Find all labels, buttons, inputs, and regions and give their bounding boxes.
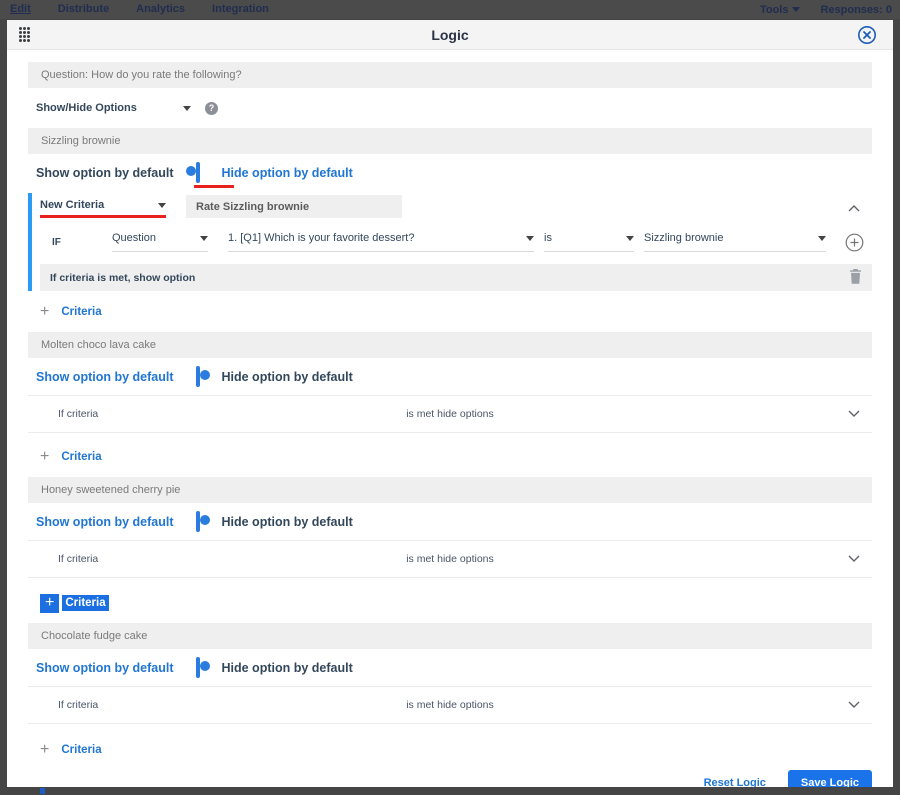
- add-criteria-label: Criteria: [61, 306, 102, 318]
- criteria-result-label: If criteria is met, show option: [50, 271, 196, 284]
- show-option-label[interactable]: Show option by default: [36, 515, 174, 529]
- add-criteria-button[interactable]: + Criteria: [40, 302, 872, 322]
- annotation-underline: [40, 215, 166, 218]
- tab-edit[interactable]: Edit: [10, 1, 31, 18]
- option-bar: Chocolate fudge cake: [28, 623, 872, 649]
- hide-option-label[interactable]: Hide option by default: [222, 661, 353, 675]
- hide-option-label[interactable]: Hide option by default: [222, 370, 353, 384]
- option-bar: Sizzling brownie: [28, 128, 872, 154]
- chevron-down-icon: [792, 7, 801, 12]
- help-icon[interactable]: ?: [205, 101, 218, 115]
- collapsed-criteria-row: If criteria is met hide options: [28, 686, 872, 724]
- condition-operator-dropdown[interactable]: is: [544, 232, 634, 252]
- show-hide-toggle[interactable]: [195, 657, 210, 678]
- add-criteria-label: Criteria: [61, 744, 102, 756]
- annotation-underline: [193, 185, 234, 188]
- tab-distribute[interactable]: Distribute: [58, 1, 109, 18]
- add-criteria-label: Criteria: [61, 451, 102, 463]
- tab-analytics[interactable]: Analytics: [136, 1, 185, 18]
- toggle-knob: [199, 369, 210, 380]
- tab-integration[interactable]: Integration: [212, 1, 269, 18]
- chevron-down-icon[interactable]: [848, 408, 860, 420]
- save-logic-button[interactable]: Save Logic: [787, 770, 872, 787]
- condition-type-dropdown[interactable]: Question: [112, 232, 208, 252]
- logic-type-value: Show/Hide Options: [36, 102, 137, 114]
- condition-operator-value: is: [544, 232, 552, 244]
- chevron-down-icon: [200, 235, 208, 241]
- collapsed-criteria-row: If criteria is met hide options: [28, 395, 872, 433]
- toggle-knob: [199, 514, 210, 525]
- add-criteria-button[interactable]: + Criteria: [40, 447, 872, 467]
- chevron-down-icon[interactable]: [848, 553, 860, 565]
- top-navigation-bar: Edit Distribute Analytics Integration To…: [0, 0, 900, 19]
- condition-question-dropdown[interactable]: 1. [Q1] Which is your favorite dessert?: [228, 232, 534, 252]
- background-artifact: [40, 788, 45, 794]
- condition-value-value: Sizzling brownie: [644, 232, 724, 244]
- criteria-name-value: New Criteria: [40, 199, 105, 211]
- toggle-knob: [199, 660, 210, 671]
- show-hide-toggle[interactable]: [185, 162, 200, 183]
- plus-icon: +: [40, 593, 60, 613]
- toggle-knob: [185, 165, 196, 176]
- show-option-label[interactable]: Show option by default: [36, 661, 174, 675]
- show-hide-toggle[interactable]: [195, 511, 210, 532]
- chevron-down-icon: [818, 235, 826, 241]
- option-bar: Honey sweetened cherry pie: [28, 477, 872, 503]
- tools-label: Tools: [759, 3, 789, 16]
- condition-question-value: 1. [Q1] Which is your favorite dessert?: [228, 232, 415, 244]
- option-bar: Molten choco lava cake: [28, 332, 872, 358]
- collapsed-criteria-row: If criteria is met hide options: [28, 540, 872, 578]
- responses-count[interactable]: Responses: 0: [820, 4, 892, 16]
- add-criteria-label: Criteria: [62, 595, 109, 611]
- show-hide-toggle[interactable]: [195, 366, 210, 387]
- question-bar: Question: How do you rate the following?: [28, 62, 872, 88]
- logic-type-dropdown[interactable]: Show/Hide Options: [36, 102, 191, 114]
- modal-title: Logic: [431, 26, 469, 43]
- plus-icon: +: [40, 303, 50, 320]
- chevron-up-icon[interactable]: [848, 195, 860, 217]
- condition-value-dropdown[interactable]: Sizzling brownie: [644, 232, 826, 252]
- criteria-result-bar: If criteria is met, show option: [40, 264, 872, 291]
- modal-footer: Reset Logic Save Logic: [28, 770, 872, 787]
- logic-modal: Logic Question: How do you rate the foll…: [7, 20, 893, 787]
- plus-icon: +: [40, 448, 50, 465]
- show-option-label[interactable]: Show option by default: [36, 166, 174, 180]
- chevron-down-icon: [626, 235, 634, 241]
- chevron-down-icon[interactable]: [848, 699, 860, 711]
- if-label: IF: [52, 236, 61, 248]
- condition-type-value: Question: [112, 232, 157, 244]
- hide-option-label[interactable]: Hide option by default: [222, 166, 353, 180]
- collapsed-criteria-mid: is met hide options: [406, 408, 494, 420]
- criteria-title-input[interactable]: Rate Sizzling brownie: [186, 195, 402, 218]
- criteria-panel: New Criteria Rate Sizzling brownie IF Qu…: [28, 193, 872, 291]
- hide-option-label[interactable]: Hide option by default: [222, 515, 353, 529]
- plus-circle-icon[interactable]: [845, 233, 864, 252]
- collapsed-criteria-mid: is met hide options: [406, 699, 494, 711]
- trash-icon[interactable]: [849, 268, 862, 287]
- show-option-label[interactable]: Show option by default: [36, 370, 174, 384]
- tools-menu[interactable]: Tools: [760, 4, 801, 16]
- reset-logic-button[interactable]: Reset Logic: [704, 777, 766, 787]
- modal-header: Logic: [7, 20, 893, 50]
- add-criteria-button-highlighted[interactable]: + Criteria: [40, 593, 872, 613]
- plus-icon: +: [40, 741, 50, 758]
- chevron-down-icon: [183, 105, 191, 111]
- chevron-down-icon: [158, 202, 166, 208]
- criteria-name-dropdown[interactable]: New Criteria: [40, 195, 166, 218]
- close-icon[interactable]: [857, 25, 877, 45]
- collapsed-criteria-mid: is met hide options: [406, 553, 494, 565]
- add-criteria-button[interactable]: + Criteria: [40, 740, 872, 760]
- chevron-down-icon: [526, 235, 534, 241]
